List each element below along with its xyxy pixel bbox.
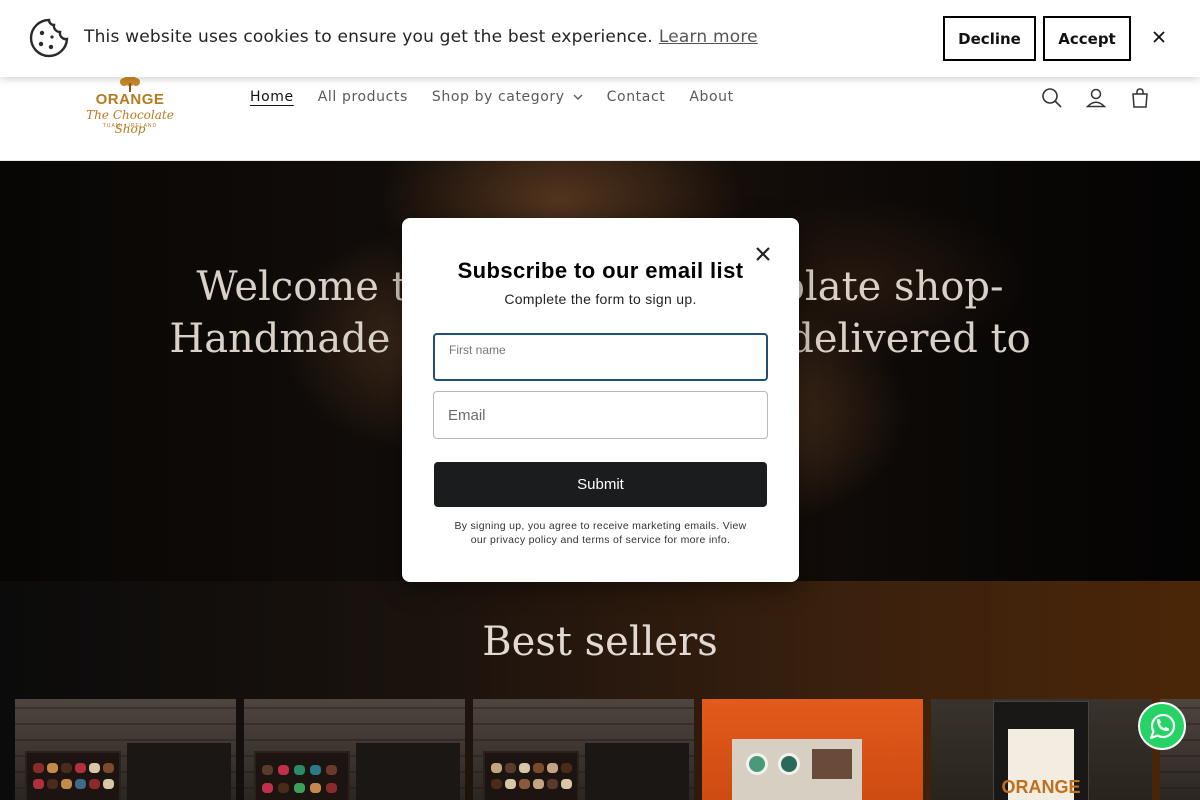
best-sellers-title: Best sellers bbox=[482, 619, 718, 665]
nav-home[interactable]: Home bbox=[250, 89, 294, 105]
search-icon[interactable] bbox=[1040, 86, 1064, 110]
box-lid-image bbox=[356, 743, 460, 800]
email-field bbox=[433, 391, 768, 439]
gift-tray-image bbox=[732, 739, 862, 800]
first-name-field: First name bbox=[433, 333, 768, 381]
learn-more-link[interactable]: Learn more bbox=[659, 27, 758, 47]
store-logo[interactable]: ORANGE The Chocolate Shop TUAM · IRELAND bbox=[74, 72, 186, 136]
popup-subtitle: Complete the form to sign up. bbox=[504, 291, 697, 307]
nav-contact-label: Contact bbox=[606, 89, 666, 105]
first-name-input[interactable] bbox=[435, 335, 766, 379]
product-card[interactable] bbox=[473, 699, 694, 800]
nav-about-label: About bbox=[689, 89, 734, 105]
nav-about[interactable]: About bbox=[689, 89, 733, 105]
box-lid-image bbox=[585, 743, 689, 800]
subscribe-popup: Subscribe to our email list Complete the… bbox=[402, 218, 799, 582]
cookie-message: This website uses cookies to ensure you … bbox=[84, 27, 758, 47]
nav-all-products-label: All products bbox=[317, 89, 408, 105]
package-brand-text: ORANGE bbox=[1001, 777, 1081, 797]
email-input[interactable] bbox=[434, 392, 767, 438]
chocolate-box-image bbox=[254, 751, 350, 800]
nav-shop-by-category[interactable]: Shop by category bbox=[432, 89, 583, 105]
chevron-down-icon bbox=[573, 94, 583, 100]
accept-button[interactable]: Accept bbox=[1043, 16, 1131, 61]
main-nav: Home All products Shop by category Conta… bbox=[250, 89, 758, 105]
submit-button[interactable]: Submit bbox=[434, 462, 767, 507]
box-lid-image bbox=[127, 743, 231, 800]
product-card[interactable]: ORANGE bbox=[931, 699, 1152, 800]
account-icon[interactable] bbox=[1084, 86, 1108, 110]
logo-line-1: ORANGE bbox=[95, 91, 165, 108]
popup-title: Subscribe to our email list bbox=[457, 258, 744, 283]
chocolate-box-image bbox=[25, 751, 121, 800]
popup-disclaimer: By signing up, you agree to receive mark… bbox=[454, 520, 747, 546]
cookie-icon bbox=[29, 18, 69, 58]
close-icon[interactable] bbox=[1150, 28, 1168, 46]
cookie-banner: This website uses cookies to ensure you … bbox=[0, 0, 1200, 77]
nav-home-label: Home bbox=[250, 89, 294, 105]
logo-line-3: TUAM · IRELAND bbox=[102, 123, 158, 129]
nav-contact[interactable]: Contact bbox=[607, 89, 666, 105]
decline-button[interactable]: Decline bbox=[943, 16, 1036, 61]
best-sellers-section: Best sellers ORANGE bbox=[0, 581, 1200, 800]
product-card[interactable] bbox=[702, 699, 923, 800]
chocolate-box-image bbox=[483, 751, 579, 800]
whatsapp-icon[interactable] bbox=[1137, 701, 1187, 751]
nav-all-products[interactable]: All products bbox=[318, 89, 408, 105]
nav-shop-by-category-label: Shop by category bbox=[431, 89, 565, 105]
product-card[interactable] bbox=[15, 699, 236, 800]
cookie-message-text: This website uses cookies to ensure you … bbox=[84, 27, 653, 47]
cart-icon[interactable] bbox=[1128, 86, 1152, 110]
logo-line-2: The Chocolate Shop bbox=[86, 108, 174, 136]
product-card[interactable] bbox=[244, 699, 465, 800]
